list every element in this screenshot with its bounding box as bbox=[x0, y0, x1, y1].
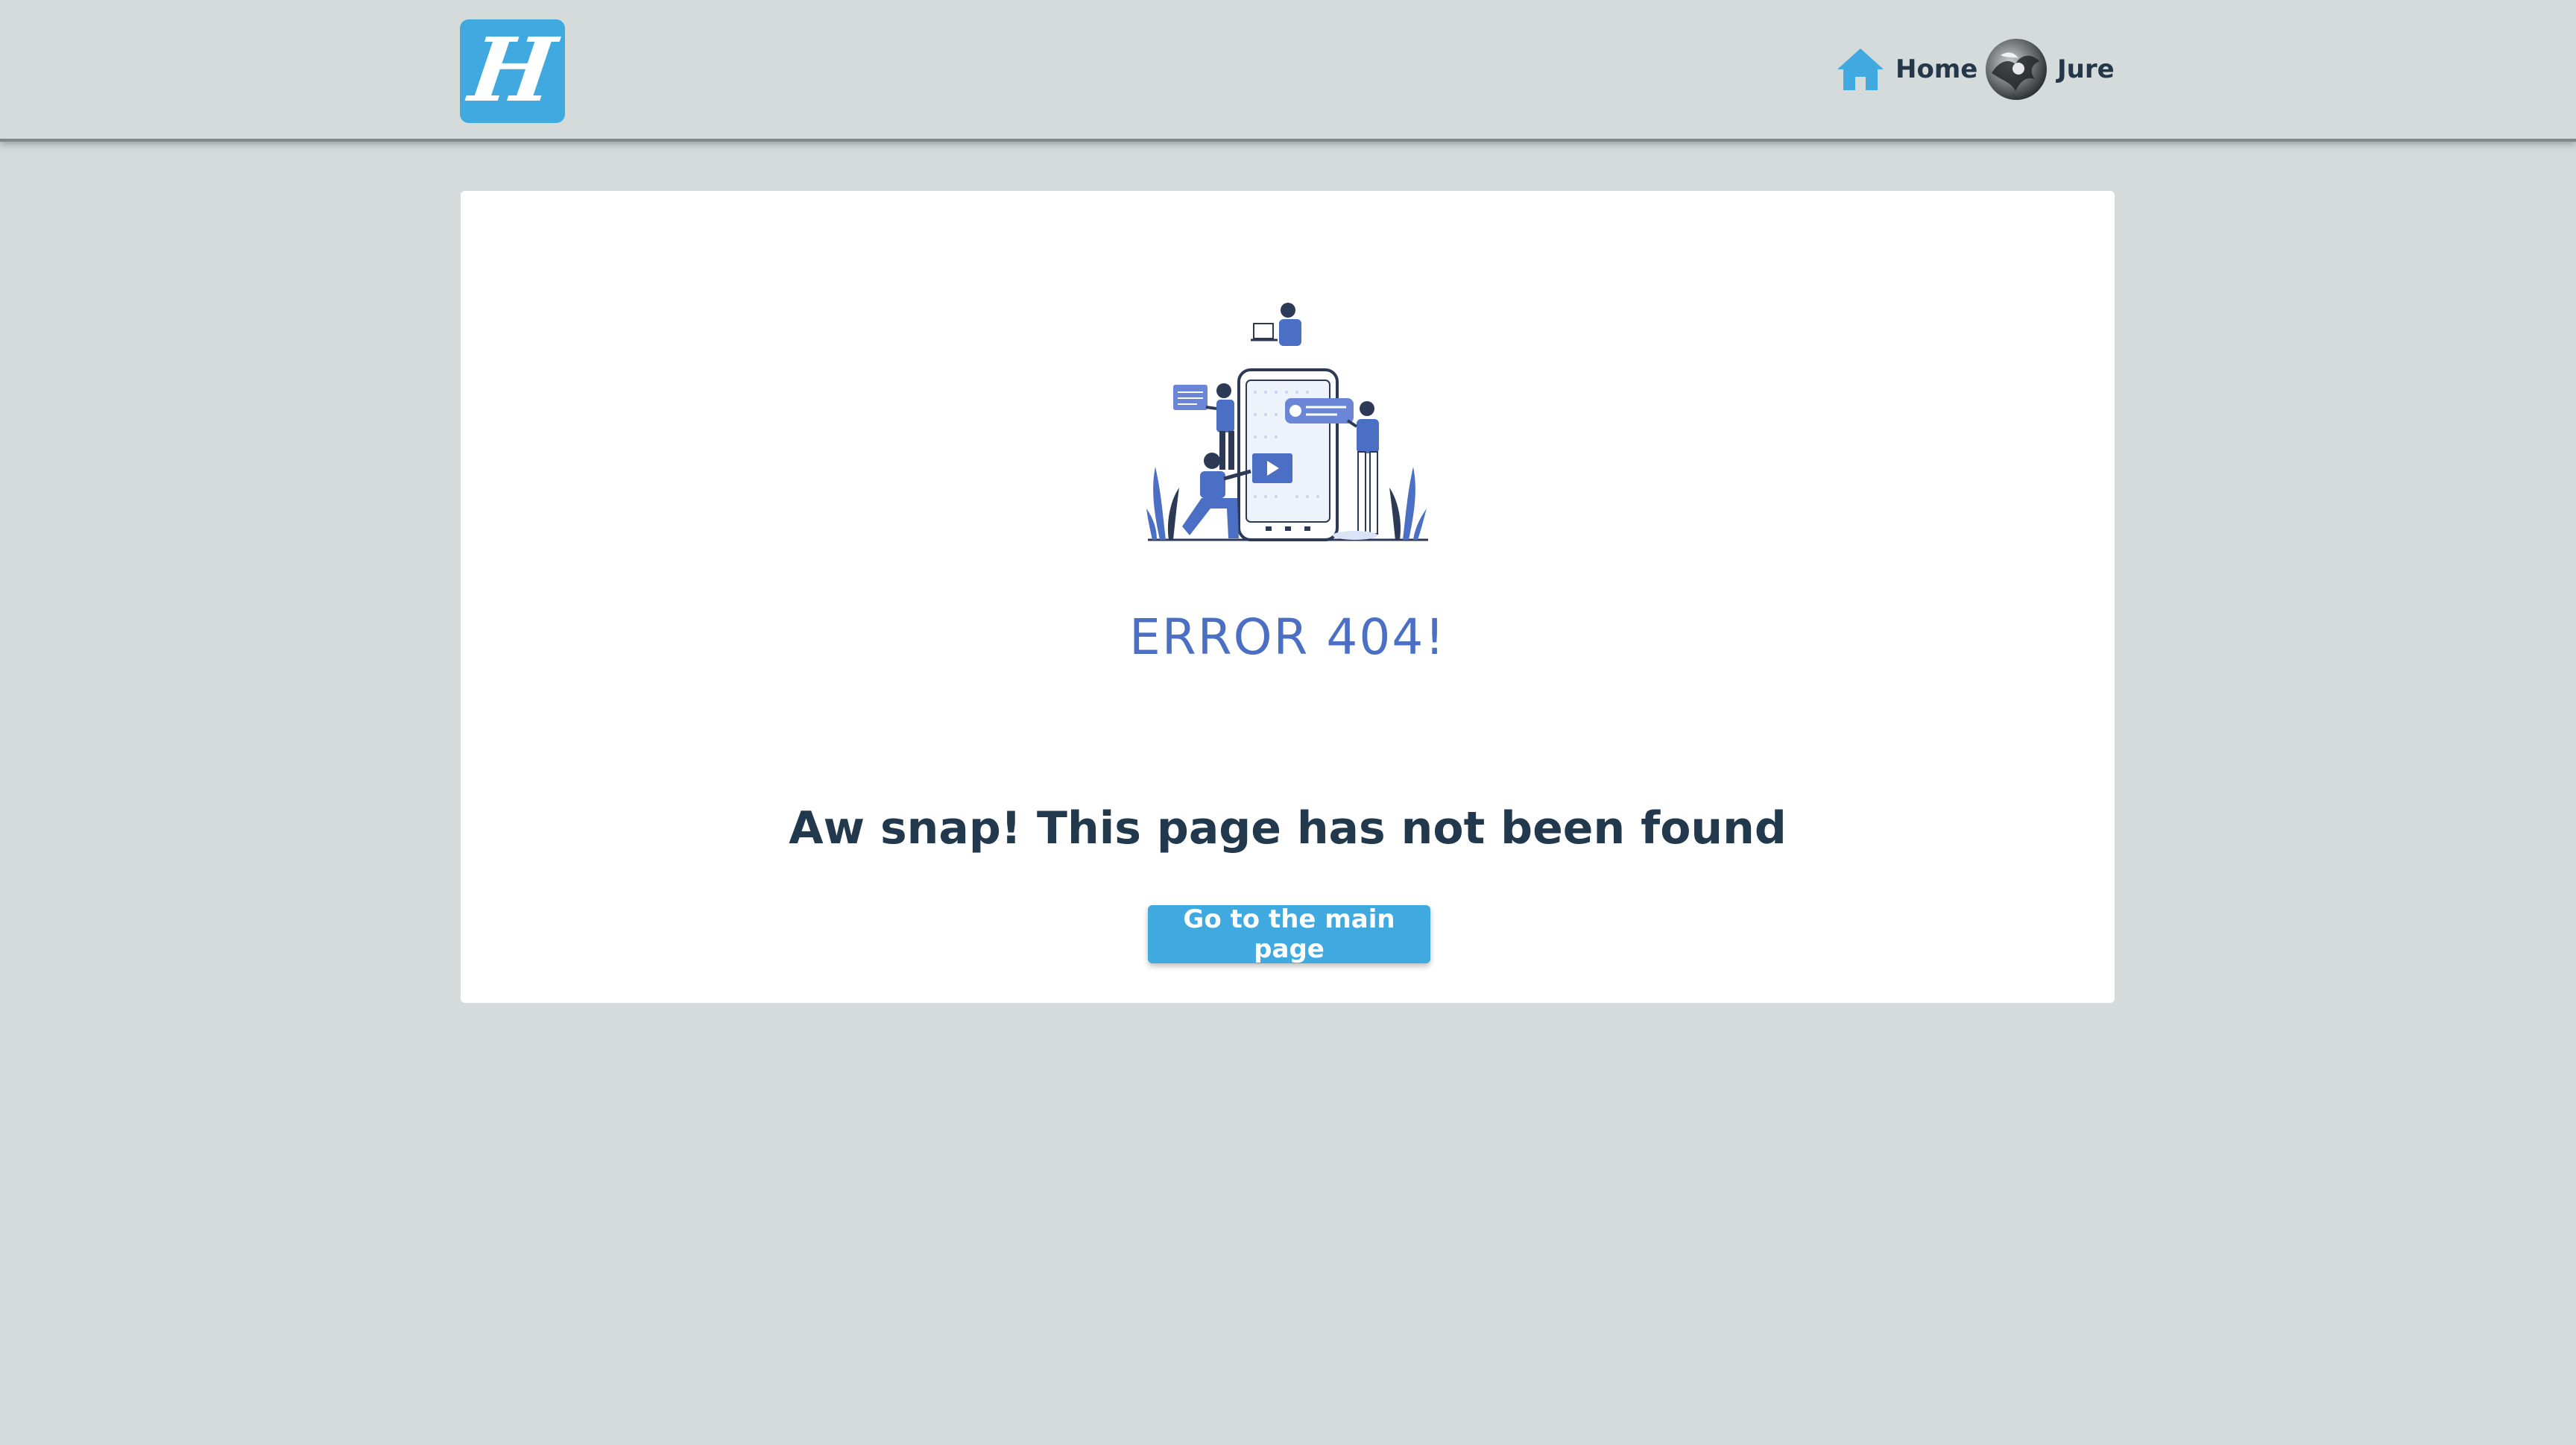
nav-user-menu[interactable]: Jure bbox=[1986, 37, 2115, 101]
error-card: ERROR 404! Aw snap! This page has not be… bbox=[461, 191, 2115, 1003]
404-illustration bbox=[1146, 303, 1430, 556]
nav-home-link[interactable]: Home bbox=[1836, 37, 1977, 101]
top-header: H Home Jure bbox=[0, 0, 2576, 142]
nav-user-label: Jure bbox=[2057, 54, 2115, 84]
logo-letter: H bbox=[464, 17, 562, 122]
error-title: ERROR 404! bbox=[1129, 608, 1446, 666]
go-to-main-page-button[interactable]: Go to the main page bbox=[1148, 904, 1430, 964]
not-found-message: Aw snap! This page has not been found bbox=[789, 802, 1787, 854]
home-icon bbox=[1836, 47, 1885, 92]
user-avatar bbox=[1986, 39, 2047, 100]
nav-home-label: Home bbox=[1895, 54, 1978, 84]
site-logo[interactable]: H bbox=[460, 17, 565, 123]
